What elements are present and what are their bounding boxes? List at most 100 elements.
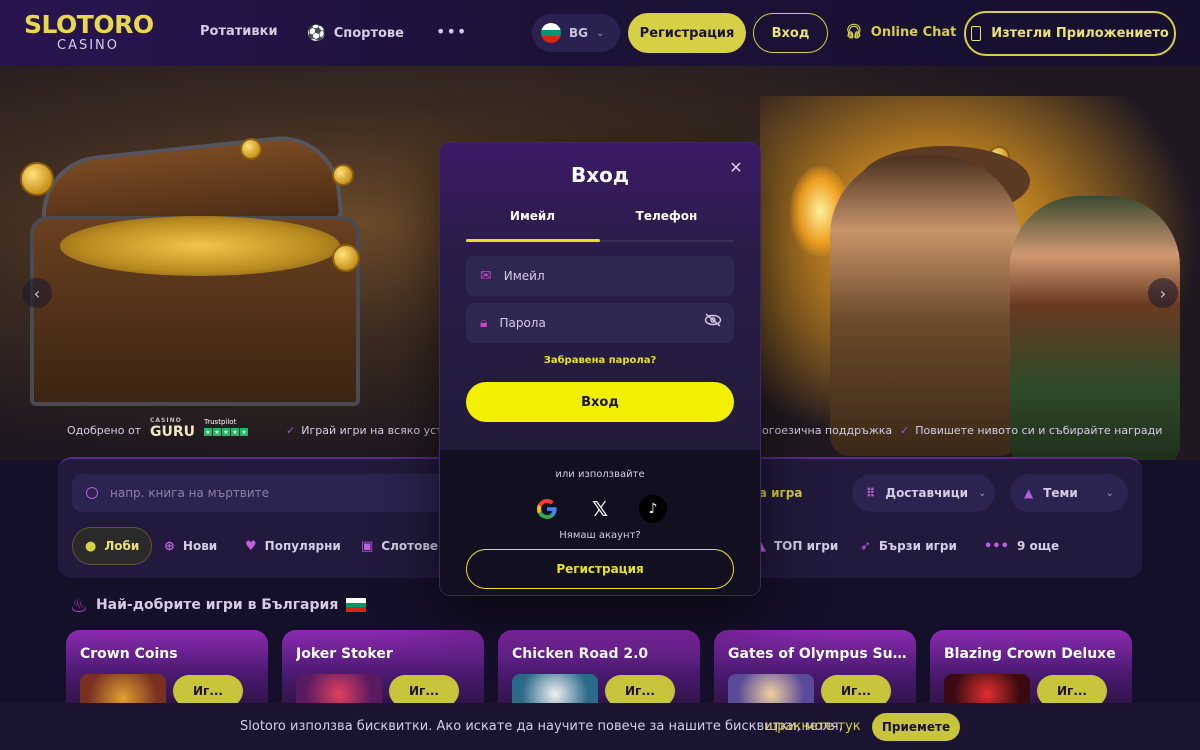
language-selector[interactable]: BG ⌄ [532, 14, 620, 52]
or-use-text: или използвайте [555, 469, 645, 480]
game-title: Blazing Crown Deluxe [944, 646, 1116, 662]
email-placeholder: Имейл [503, 269, 545, 283]
game-card[interactable]: Gates of Olympus Super ... Иг... [714, 630, 916, 710]
providers-dropdown[interactable]: ⠿ Доставчици ⌄ [852, 474, 995, 512]
trust-item: ✓ Повишете нивото си и събирайте награди [900, 424, 1162, 437]
download-app-label: Изтегли Приложението [991, 26, 1169, 41]
trustpilot-stars: ★ ★ ★ ★ ★ [204, 428, 248, 436]
game-card[interactable]: Crown Coins Иг... [66, 630, 268, 710]
check-icon: ✓ [286, 424, 296, 437]
register-button[interactable]: Регистрация [628, 13, 746, 53]
online-chat-link[interactable]: 🎧︎ Online Chat [845, 24, 956, 40]
tab-phone[interactable]: Телефон [600, 209, 733, 242]
google-icon[interactable] [533, 495, 561, 523]
tab-top-games[interactable]: ▲ ТОП игри [756, 527, 838, 565]
section-title-label: Най-добрите игри в България [95, 597, 339, 613]
tab-email[interactable]: Имейл [466, 209, 599, 242]
game-card[interactable]: Blazing Crown Deluxe Иг... [930, 630, 1132, 710]
tiktok-icon[interactable]: ♪ [639, 495, 667, 523]
star-icon: ★ [213, 428, 221, 436]
tab-slots[interactable]: ▣ Слотове [361, 527, 438, 565]
game-title: Crown Coins [80, 646, 178, 662]
slot-machine-icon: ▣ [361, 538, 374, 554]
nav-slots-label: Ротативки [200, 24, 278, 39]
tab-label: Лоби [104, 539, 140, 553]
chevron-left-icon: ‹ [33, 283, 41, 303]
lock-icon: 🔒︎ [480, 315, 488, 331]
trust-item-label: Повишете нивото си и събирайте награди [915, 424, 1163, 437]
modal-login-button[interactable]: Вход [466, 382, 734, 422]
game-title: Joker Stoker [296, 646, 393, 662]
game-title: Gates of Olympus Super ... [728, 646, 908, 662]
email-field[interactable]: ✉ Имейл [466, 256, 734, 296]
casino-guru-text: GURU [150, 424, 196, 440]
medal-icon: ● [85, 538, 97, 554]
star-icon: ★ [231, 428, 239, 436]
download-app-button[interactable]: Изтегли Приложението [964, 11, 1176, 56]
modal-title: Вход [570, 163, 630, 187]
themes-dropdown[interactable]: ▲ Теми ⌄ [1010, 474, 1128, 512]
password-field[interactable]: 🔒︎ Парола [466, 303, 734, 343]
accept-cookies-button[interactable]: Приемете [872, 713, 960, 741]
gold-coins-pile [60, 216, 340, 276]
chevron-down-icon: ⌄ [596, 27, 605, 39]
x-icon[interactable]: 𝕏 [586, 495, 614, 523]
tab-label: Слотове [381, 539, 439, 553]
trust-item-label: огоезична поддръжка [762, 424, 893, 437]
section-title: ♨ Най-добрите игри в България [70, 593, 367, 617]
chevron-down-icon: ⌄ [978, 487, 987, 499]
tab-label: 9 още [1016, 539, 1060, 553]
approved-by-text: Одобрено от [67, 424, 141, 437]
tab-new[interactable]: ⊕ Нови [164, 527, 217, 565]
tab-popular[interactable]: ♥ Популярни [245, 527, 341, 565]
close-icon[interactable]: ✕ [726, 157, 746, 177]
star-icon: ★ [204, 428, 212, 436]
forgot-password-link[interactable]: Забравена парола? [440, 355, 760, 366]
login-button[interactable]: Вход [753, 13, 828, 53]
heart-icon: ♥ [245, 538, 257, 554]
tab-label: Популярни [264, 539, 341, 553]
themes-label: Теми [1043, 486, 1078, 500]
casino-guru-small: CASINO [150, 417, 182, 424]
casino-guru-logo: CASINO GURU [150, 417, 196, 440]
explorer-woman-image [830, 156, 1020, 456]
logo-sub-text: CASINO [57, 38, 120, 53]
more-menu-button[interactable]: ••• [436, 22, 467, 41]
top-bar: SLOTORO CASINO Ротативки ⚽ Спортове ••• … [0, 0, 1200, 66]
chevron-down-icon: ⌄ [1105, 487, 1114, 499]
slotoro-logo[interactable]: SLOTORO CASINO [24, 10, 154, 56]
tab-label: Бързи игри [878, 539, 957, 553]
trustpilot-logo: Trustpilot ★ ★ ★ ★ ★ [204, 418, 248, 436]
trust-item: огоезична поддръжка [762, 424, 892, 437]
cookie-link[interactable]: щракнете тук [765, 719, 861, 734]
game-title: Chicken Road 2.0 [512, 646, 649, 662]
coin-image [332, 164, 354, 186]
nav-sports-label: Спортове [333, 25, 404, 41]
trust-item: ✓ Играй игри на всяко устро [286, 424, 456, 437]
chevron-right-icon: › [1159, 283, 1167, 303]
cookie-banner: Slotoro използва бисквитки. Ако искате д… [0, 703, 1200, 750]
tab-label: ТОП игри [774, 539, 839, 553]
tab-more[interactable]: ••• 9 още [984, 527, 1059, 565]
search-input[interactable]: напр. книга на мъртвите [72, 474, 472, 512]
star-icon: ★ [240, 428, 248, 436]
online-chat-label: Online Chat [870, 24, 957, 40]
coin-image [20, 162, 54, 196]
nav-sports[interactable]: ⚽ Спортове [307, 24, 404, 42]
game-card[interactable]: Chicken Road 2.0 Иг... [498, 630, 700, 710]
nav-slots[interactable]: Ротативки [200, 24, 278, 39]
eye-off-icon[interactable] [704, 313, 722, 331]
coin-image [240, 138, 262, 160]
modal-register-button[interactable]: Регистрация [466, 549, 734, 589]
password-placeholder: Парола [499, 316, 546, 330]
phone-icon [971, 26, 982, 41]
plus-circle-icon: ⊕ [164, 538, 175, 554]
tab-lobby[interactable]: ● Лоби [72, 527, 153, 565]
tab-fast-games[interactable]: ➶ Бързи игри [860, 527, 957, 565]
game-card[interactable]: Joker Stoker Иг... [282, 630, 484, 710]
hero-next-button[interactable]: › [1148, 278, 1178, 308]
flame-icon: ♨ [70, 593, 88, 617]
hero-prev-button[interactable]: ‹ [22, 278, 52, 308]
trustpilot-label: Trustpilot [204, 418, 237, 426]
login-modal: Вход ✕ Имейл Телефон ✉ Имейл 🔒︎ Парола З… [440, 143, 760, 595]
